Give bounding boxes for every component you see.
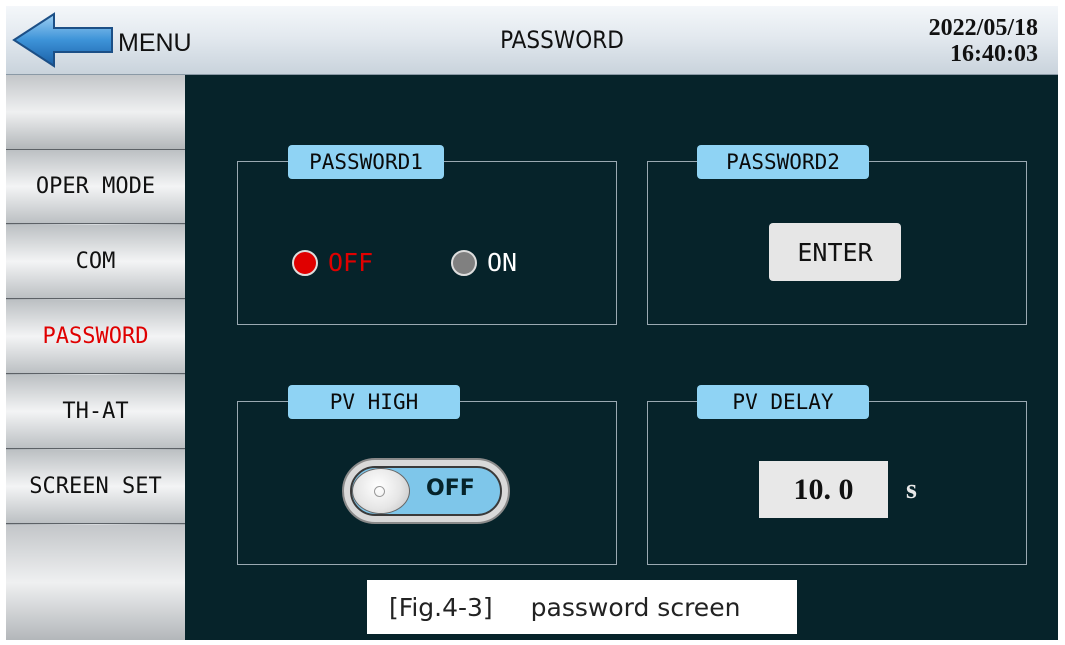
pv-high-panel: PV HIGH OFF (237, 385, 617, 565)
enter-button[interactable]: ENTER (769, 223, 901, 281)
toggle-knob (352, 468, 410, 514)
figure-number: [Fig.4-3] (389, 592, 493, 622)
header-bar: MENU PASSWORD 2022/05/18 16:40:03 (6, 6, 1058, 75)
pv-high-title: PV HIGH (288, 385, 460, 419)
pv-delay-value-input[interactable]: 10. 0 (759, 461, 888, 518)
password2-panel: PASSWORD2 ENTER (647, 145, 1027, 325)
sidebar-item-screen-set[interactable]: SCREEN SET (6, 450, 185, 524)
password1-panel: PASSWORD1 OFF ON (237, 145, 617, 325)
datetime-display: 2022/05/18 16:40:03 (898, 15, 1038, 67)
on-label: ON (487, 248, 518, 277)
sidebar-item-com[interactable]: COM (6, 225, 185, 299)
sidebar-item-th-at[interactable]: TH-AT (6, 375, 185, 449)
off-label: OFF (328, 248, 374, 277)
figure-caption: [Fig.4-3] password screen (367, 580, 797, 634)
knob-dot-icon (374, 486, 385, 497)
pv-delay-title: PV DELAY (697, 385, 869, 419)
password1-title: PASSWORD1 (288, 145, 444, 179)
time-text: 16:40:03 (950, 41, 1038, 67)
pv-delay-panel: PV DELAY 10. 0 s (647, 385, 1027, 565)
radio-unselected-icon (451, 249, 477, 276)
sidebar-item-password[interactable]: PASSWORD (6, 300, 185, 374)
sidebar: OPER MODE COM PASSWORD TH-AT SCREEN SET (6, 75, 185, 640)
pv-high-toggle[interactable]: OFF (342, 458, 510, 524)
sidebar-bottom-blank (6, 525, 185, 640)
date-text: 2022/05/18 (928, 15, 1038, 41)
password1-on-radio[interactable]: ON (451, 248, 517, 277)
toggle-state-label: OFF (426, 476, 475, 501)
password1-off-radio[interactable]: OFF (292, 248, 373, 277)
pv-delay-unit: s (906, 474, 917, 505)
password2-title: PASSWORD2 (697, 145, 869, 179)
radio-selected-icon (292, 249, 318, 276)
sidebar-item-oper-mode[interactable]: OPER MODE (6, 150, 185, 224)
toggle-track: OFF (350, 466, 502, 516)
figure-caption-text: password screen (530, 592, 741, 622)
sidebar-top-blank (6, 75, 185, 150)
hmi-screen: MENU PASSWORD 2022/05/18 16:40:03 OPER M… (6, 6, 1058, 640)
